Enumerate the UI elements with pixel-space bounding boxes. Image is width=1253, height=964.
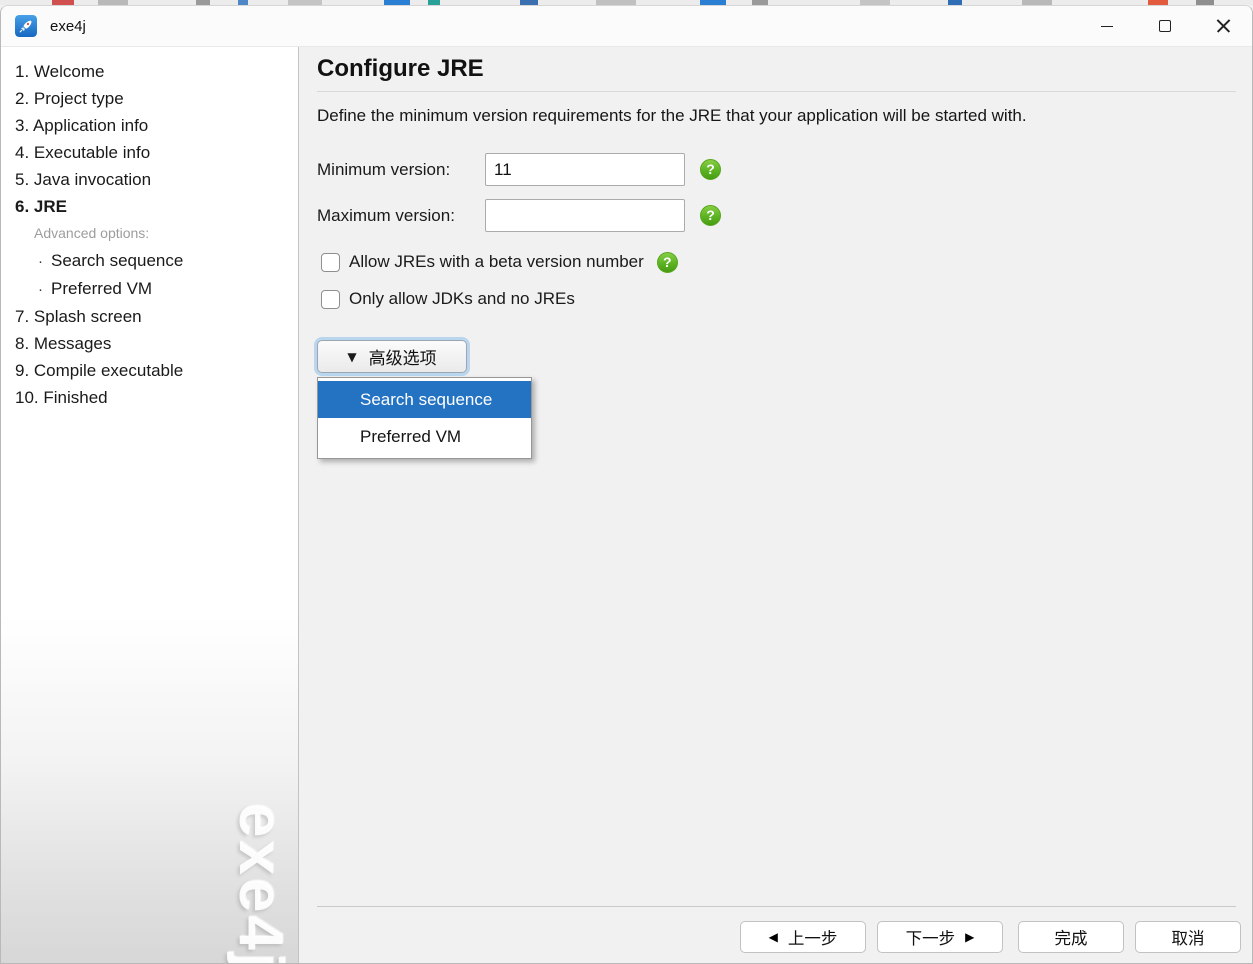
advanced-options-button-label: 高级选项 xyxy=(368,349,437,368)
sidebar-item-java-invocation: 5. Java invocation xyxy=(15,170,152,189)
sidebar-item-executable-info: 4. Executable info xyxy=(15,143,151,162)
minimum-version-label: Minimum version: xyxy=(317,159,451,179)
next-arrow-icon: ▶ xyxy=(965,930,975,944)
sidebar-sub-label: Preferred VM xyxy=(51,279,153,298)
sidebar-item-preferred-vm[interactable]: · Preferred VM xyxy=(1,275,298,303)
minimum-version-help-icon[interactable]: ? xyxy=(700,159,721,180)
back-button-label: 上一步 xyxy=(787,930,838,948)
sidebar-item-splash-screen: 7. Splash screen xyxy=(15,307,142,326)
sidebar-item-welcome: 1. Welcome xyxy=(15,62,105,81)
minimum-version-input[interactable] xyxy=(485,153,685,186)
advanced-options-dropdown-button[interactable]: ▼ 高级选项 xyxy=(317,340,467,373)
footer-divider xyxy=(317,906,1236,907)
maximize-icon xyxy=(1159,20,1171,32)
next-button[interactable]: 下一步 ▶ xyxy=(877,921,1003,953)
minimize-button[interactable] xyxy=(1078,6,1136,46)
sidebar-section-advanced-options: Advanced options: xyxy=(34,225,150,241)
exe4j-watermark: exe4j xyxy=(226,802,295,964)
sidebar-item-compile-executable: 9. Compile executable xyxy=(15,361,184,380)
jdk-only-checkbox-row: Only allow JDKs and no JREs xyxy=(321,288,575,310)
jdk-only-checkbox-label: Only allow JDKs and no JREs xyxy=(349,289,575,308)
window-title: exe4j xyxy=(50,17,86,35)
cancel-button-label: 取消 xyxy=(1171,930,1205,948)
window-controls xyxy=(1078,6,1252,46)
app-rocket-icon xyxy=(15,15,37,37)
wizard-navigation-buttons: ◀ 上一步 下一步 ▶ 完成 取消 xyxy=(740,921,1241,953)
sidebar-item-jre-current: 6. JRE xyxy=(15,197,67,216)
beta-jre-checkbox[interactable] xyxy=(321,252,340,272)
page-title: Configure JRE xyxy=(317,55,484,82)
menu-item-search-sequence[interactable]: Search sequence xyxy=(318,381,531,418)
back-button[interactable]: ◀ 上一步 xyxy=(740,921,866,953)
sidebar-item-project-type: 2. Project type xyxy=(15,89,124,108)
jdk-only-checkbox[interactable] xyxy=(321,289,340,309)
finish-button[interactable]: 完成 xyxy=(1018,921,1124,953)
chevron-down-icon: ▼ xyxy=(347,349,357,364)
cancel-button[interactable]: 取消 xyxy=(1135,921,1241,953)
sidebar-item-messages: 8. Messages xyxy=(15,334,112,353)
titlebar: exe4j xyxy=(1,6,1252,47)
close-button[interactable] xyxy=(1194,6,1252,46)
finish-button-label: 完成 xyxy=(1054,930,1088,948)
maximize-button[interactable] xyxy=(1136,6,1194,46)
advanced-options-menu: Search sequence Preferred VM xyxy=(317,377,532,459)
sidebar-item-application-info: 3. Application info xyxy=(15,116,149,135)
maximum-version-input[interactable] xyxy=(485,199,685,232)
wizard-steps-sidebar: 1. Welcome 2. Project type 3. Applicatio… xyxy=(1,47,299,963)
minimum-version-row: Minimum version: ? xyxy=(317,153,721,186)
minimize-icon xyxy=(1101,25,1113,27)
sidebar-item-finished: 10. Finished xyxy=(15,388,108,407)
maximum-version-help-icon[interactable]: ? xyxy=(700,205,721,226)
title-divider xyxy=(317,91,1236,92)
sidebar-sub-label: Search sequence xyxy=(51,251,184,270)
exe4j-wizard-window: exe4j 1. Welcome 2. Project type 3. Appl… xyxy=(0,5,1253,964)
bullet-icon: · xyxy=(38,253,43,270)
configure-jre-panel: Configure JRE Define the minimum version… xyxy=(300,47,1252,963)
next-button-label: 下一步 xyxy=(905,930,956,948)
close-icon xyxy=(1216,19,1231,34)
bullet-icon: · xyxy=(38,281,43,298)
back-arrow-icon: ◀ xyxy=(768,930,778,944)
sidebar-item-search-sequence[interactable]: · Search sequence xyxy=(1,247,298,275)
desktop-background-sliver xyxy=(0,0,1253,5)
beta-jre-help-icon[interactable]: ? xyxy=(656,251,678,273)
menu-item-preferred-vm[interactable]: Preferred VM xyxy=(318,418,531,455)
page-description: Define the minimum version requirements … xyxy=(317,106,1027,125)
maximum-version-row: Maximum version: ? xyxy=(317,199,721,232)
maximum-version-label: Maximum version: xyxy=(317,205,455,225)
beta-jre-checkbox-row: Allow JREs with a beta version number ? xyxy=(321,251,678,273)
beta-jre-checkbox-label: Allow JREs with a beta version number xyxy=(349,252,644,271)
